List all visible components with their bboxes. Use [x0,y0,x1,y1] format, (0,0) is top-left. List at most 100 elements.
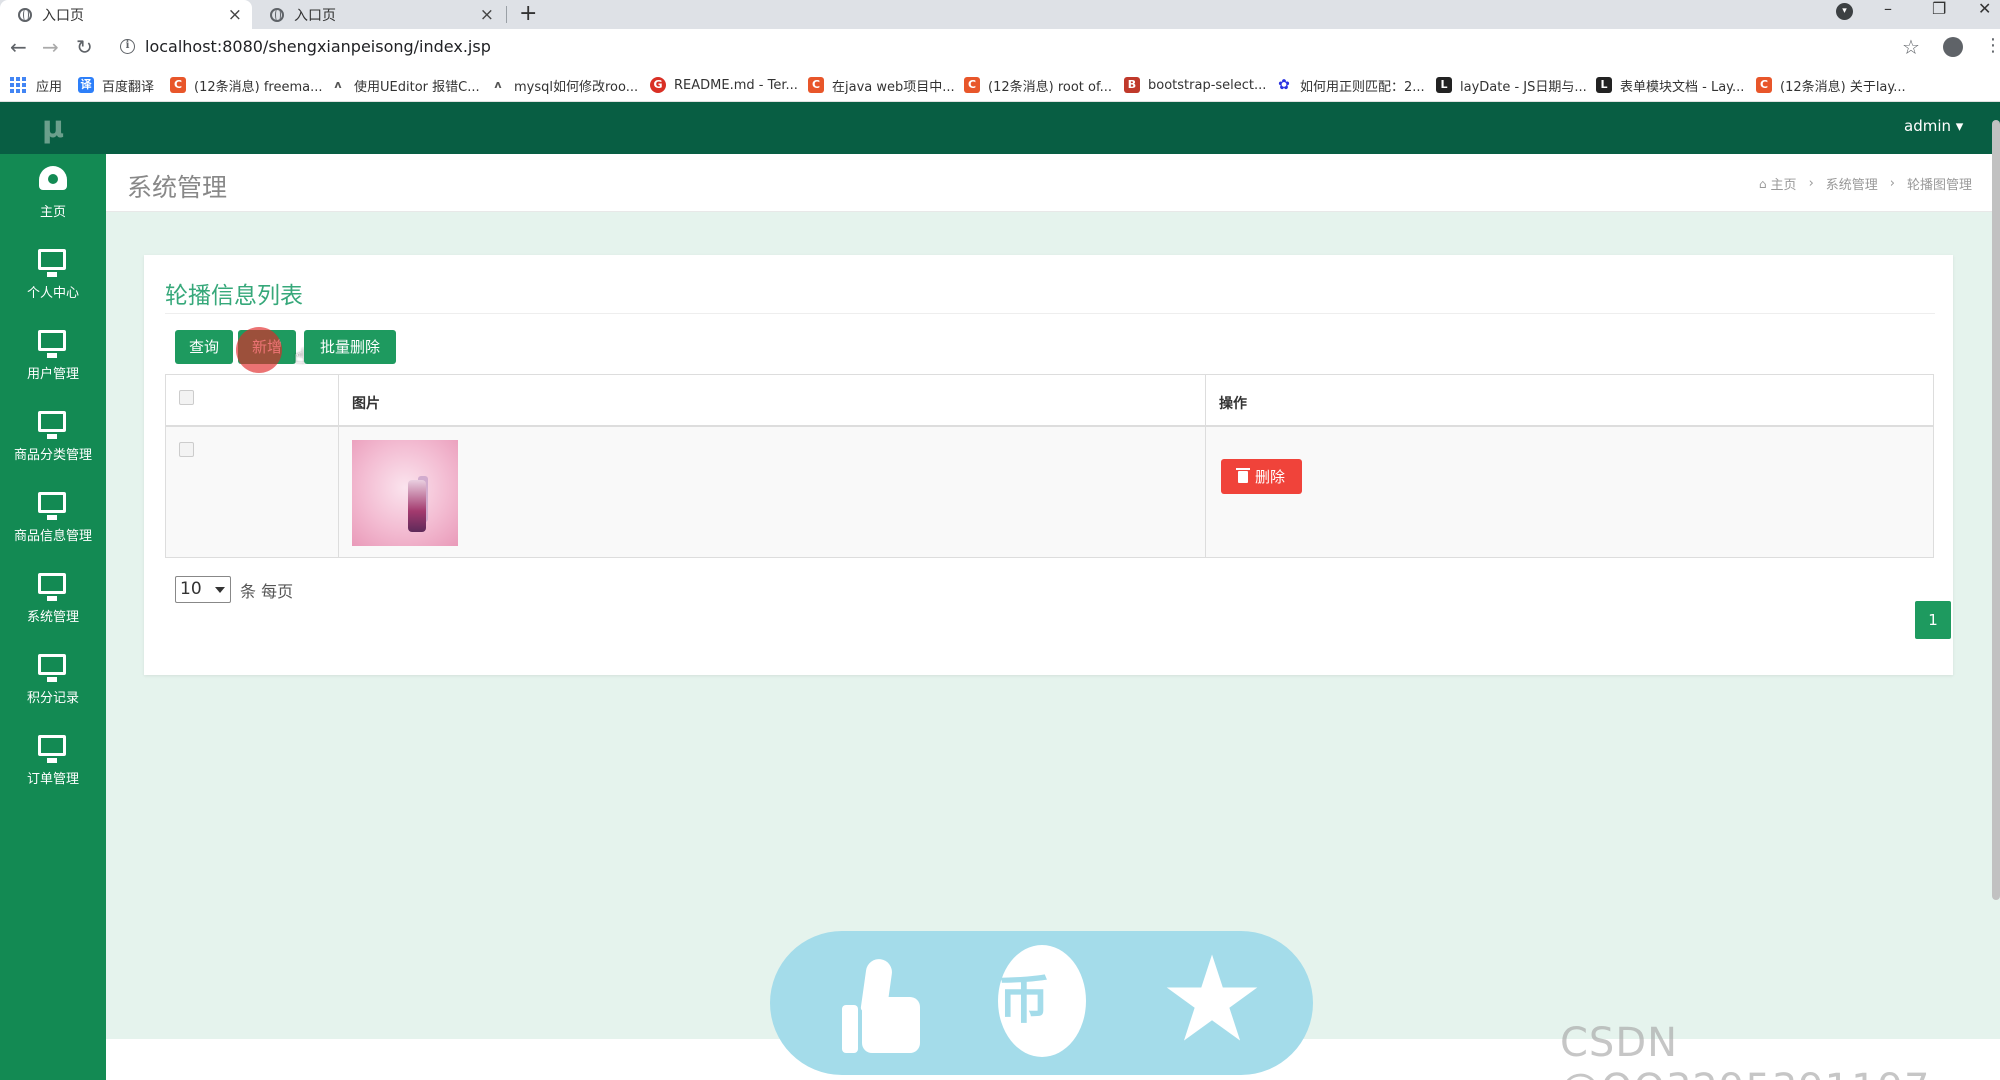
csdn-icon: C [964,77,980,93]
breadcrumb: ⌂ 主页 › 系统管理 › 轮播图管理 [1759,174,1972,193]
sidebar-item-home[interactable]: 主页 [0,154,106,232]
sidebar-item-points[interactable]: 积分记录 [0,640,106,718]
browser-menu-icon[interactable]: ⋮ [1984,35,2000,56]
bird-icon: ᴧ [334,78,342,91]
browser-tab-2[interactable]: 入口页 × [252,0,504,29]
page-size-select[interactable]: 10 [175,576,231,603]
coin-icon[interactable]: 币 [998,945,1086,1057]
bookmark-item[interactable]: L 表单模块文档 - Lay... [1596,68,1744,102]
bootstrap-icon: B [1124,77,1140,93]
tab-title: 入口页 [294,7,336,24]
monitor-icon [38,492,66,520]
close-tab-icon[interactable]: × [480,5,494,25]
column-header-image: 图片 [352,396,380,412]
sidebar-item-profile[interactable]: 个人中心 [0,235,106,313]
batch-delete-button[interactable]: 批量删除 [304,330,396,364]
watermark: CSDN @QQ3295391197 [1560,1020,1929,1080]
breadcrumb-separator: › [1808,176,1814,191]
bookmark-item[interactable]: G README.md - Ter... [650,68,798,102]
sidebar-item-label: 订单管理 [26,772,79,787]
main-content: 系统管理 ⌂ 主页 › 系统管理 › 轮播图管理 轮播信息列表 查询 新增 ☝ … [106,154,2000,1039]
sidebar-item-label: 商品信息管理 [13,529,92,544]
bookmark-apps[interactable]: 应用 [10,68,62,102]
bookmark-item[interactable]: C (12条消息) 关于lay... [1756,68,1906,102]
star-icon[interactable]: ★ [1152,937,1272,1061]
reload-icon[interactable]: ↻ [76,36,93,58]
monitor-icon [38,735,66,763]
bookmark-star-icon[interactable]: ☆ [1902,35,1920,59]
csdn-icon: C [170,77,186,93]
monitor-icon [38,573,66,601]
restore-button[interactable]: ❐ [1932,0,1946,22]
url-field[interactable]: localhost:8080/shengxianpeisong/index.js… [145,37,491,56]
column-divider [1205,375,1206,557]
select-all-checkbox[interactable] [179,390,194,405]
sidebar-item-label: 主页 [39,205,66,220]
page-header: 系统管理 ⌂ 主页 › 系统管理 › 轮播图管理 [106,154,2000,212]
sidebar-item-label: 积分记录 [26,691,79,706]
sidebar-item-label: 商品分类管理 [13,448,92,463]
dashboard-icon [39,166,67,190]
chevron-down-icon [215,587,225,593]
app-logo[interactable]: μ [0,102,106,154]
browser-tab-1[interactable]: 入口页 × [0,0,252,29]
close-window-button[interactable]: ✕ [1978,0,1991,22]
apps-grid-icon [10,77,26,93]
back-arrow-icon[interactable]: ← [10,36,27,58]
browser-tab-bar: 入口页 × 入口页 × + ▾ – ❐ ✕ [0,0,2000,29]
forward-arrow-icon[interactable]: → [42,36,59,58]
layui-icon: L [1596,77,1612,93]
like-coin-favorite-overlay: 币 ★ [770,931,1313,1075]
breadcrumb-current: 轮播图管理 [1906,178,1972,193]
carousel-image-thumbnail[interactable] [352,440,458,546]
monitor-icon [38,654,66,682]
sidebar-item-system[interactable]: 系统管理 [0,559,106,637]
page-scrollbar[interactable] [1992,120,2000,900]
bookmark-item[interactable]: ✿ 如何用正则匹配：2... [1276,68,1425,102]
sidebar-item-products[interactable]: 商品信息管理 [0,478,106,556]
tab-title: 入口页 [42,7,84,24]
baidu-paw-icon: ✿ [1278,77,1290,93]
bookmark-item[interactable]: L layDate - JS日期与... [1436,68,1587,102]
new-tab-button[interactable]: + [519,0,537,29]
bookmark-item[interactable]: C 在java web项目中... [808,68,955,102]
trash-icon [1235,467,1250,483]
bookmark-item[interactable]: ᴧ mysql如何修改roo... [490,68,638,102]
bookmark-item[interactable]: B bootstrap-select... [1124,68,1266,102]
sidebar-item-label: 个人中心 [26,286,79,301]
bookmarks-bar: 应用 译 百度翻译 C (12条消息) freema... ᴧ 使用UEdito… [0,68,2000,102]
per-page-label: 条 每页 [240,582,294,601]
pagination-page-1[interactable]: 1 [1915,601,1951,639]
home-icon: ⌂ [1758,176,1767,191]
table-row: 删除 [166,427,1933,557]
site-info-icon[interactable]: i [120,39,135,54]
row-checkbox[interactable] [179,442,194,457]
card-title: 轮播信息列表 [165,283,303,309]
layui-icon: L [1436,77,1452,93]
sidebar-item-users[interactable]: 用户管理 [0,316,106,394]
baidu-translate-icon: 译 [78,77,94,93]
bookmark-item[interactable]: C (12条消息) root of... [964,68,1112,102]
admin-user-menu[interactable]: admin ▾ [1904,117,1963,135]
chrome-search-tabs-icon[interactable]: ▾ [1836,3,1853,20]
thumbs-up-icon[interactable] [822,951,922,1053]
sidebar: 主页 个人中心 用户管理 商品分类管理 商品信息管理 系统管理 积分记录 订单管… [0,154,106,1080]
divider [165,313,1935,314]
csdn-icon: C [808,77,824,93]
profile-avatar-icon[interactable] [1943,37,1963,57]
bookmark-item[interactable]: ᴧ 使用UEditor 报错C... [330,68,479,102]
breadcrumb-separator: › [1889,176,1895,191]
close-tab-icon[interactable]: × [228,5,242,25]
bookmark-item[interactable]: 译 百度翻译 [78,68,154,102]
breadcrumb-home[interactable]: 主页 [1771,174,1797,193]
monitor-icon [38,330,66,358]
bookmark-item[interactable]: C (12条消息) freema... [170,68,322,102]
sidebar-item-orders[interactable]: 订单管理 [0,721,106,799]
query-button[interactable]: 查询 [175,330,233,364]
breadcrumb-system[interactable]: 系统管理 [1826,174,1878,193]
carousel-table: 图片 操作 删除 [165,374,1934,558]
click-indicator [236,327,282,373]
minimize-button[interactable]: – [1884,0,1892,22]
sidebar-item-categories[interactable]: 商品分类管理 [0,397,106,475]
delete-row-button[interactable]: 删除 [1221,459,1302,494]
